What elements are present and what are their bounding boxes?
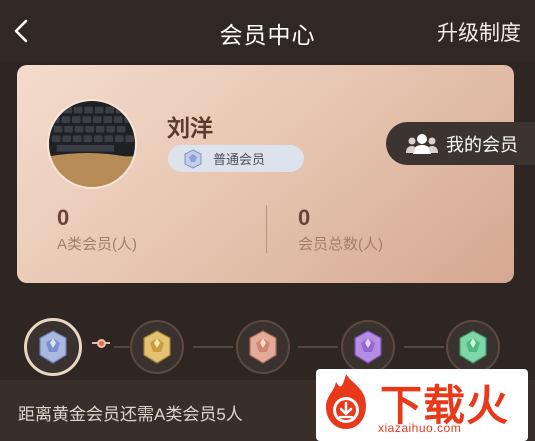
people-icon — [406, 133, 438, 154]
level-gold[interactable] — [130, 320, 184, 374]
member-level-badge: 普通会员 — [168, 145, 304, 172]
avatar-image — [49, 101, 135, 187]
gold-gem-icon — [143, 330, 171, 364]
silver-gem-icon — [39, 330, 67, 364]
level-green[interactable] — [446, 320, 500, 374]
total-members-count: 0 — [298, 205, 311, 230]
a-class-members-label: A类会员(人) — [57, 236, 137, 253]
upgrade-hint: 距离黄金会员还需A类会员5人 — [18, 405, 243, 424]
watermark: 下载火 xiazaihuo.com — [316, 369, 528, 441]
total-members-label: 会员总数(人) — [298, 236, 383, 253]
level-connector — [193, 346, 233, 348]
flame-logo-icon — [326, 374, 366, 429]
green-gem-icon — [459, 330, 487, 364]
my-members-button[interactable]: 我的会员 — [386, 122, 535, 165]
progress-indicator — [97, 339, 106, 348]
a-class-members-count: 0 — [57, 205, 70, 230]
level-silver[interactable] — [24, 318, 82, 376]
level-rose[interactable] — [236, 320, 290, 374]
stats-divider — [266, 205, 267, 253]
watermark-url: xiazaihuo.com — [378, 421, 462, 435]
level-connector — [404, 346, 444, 348]
member-card: 刘洋 普通会员 0 A类会员(人) 0 会员总数(人) — [17, 65, 514, 283]
my-members-label: 我的会员 — [446, 134, 518, 155]
purple-gem-icon — [354, 330, 382, 364]
level-connector — [298, 346, 338, 348]
header-bar: 会员中心 升级制度 — [0, 0, 535, 62]
upgrade-rules-link[interactable]: 升级制度 — [437, 17, 521, 47]
level-progress — [0, 315, 535, 376]
avatar[interactable] — [47, 99, 137, 189]
level-purple[interactable] — [341, 320, 395, 374]
silver-gem-icon — [184, 148, 202, 169]
rose-gem-icon — [249, 330, 277, 364]
user-name: 刘洋 — [167, 115, 213, 141]
level-connector — [114, 346, 130, 348]
member-level-label: 普通会员 — [213, 152, 266, 167]
